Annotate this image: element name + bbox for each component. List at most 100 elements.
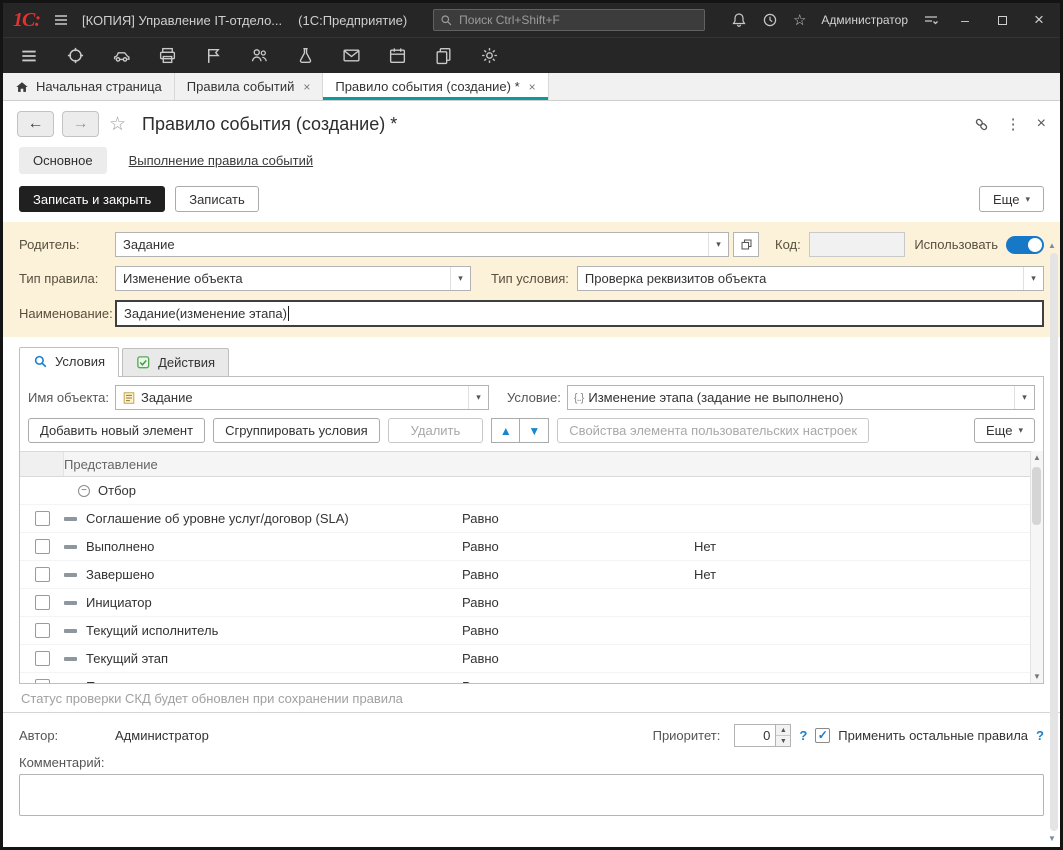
nav-main[interactable]: Основное bbox=[19, 147, 107, 174]
table-row[interactable]: Инициатор Равно bbox=[20, 589, 1030, 617]
printer-icon[interactable] bbox=[158, 46, 177, 65]
copy-docs-icon[interactable] bbox=[434, 46, 453, 65]
scroll-up-icon[interactable]: ▲ bbox=[1033, 453, 1041, 462]
content-scroll-down-icon[interactable]: ▼ bbox=[1048, 834, 1056, 843]
content-scroll-up-icon[interactable]: ▲ bbox=[1048, 241, 1056, 250]
content-scrollbar[interactable]: ▲ ▼ bbox=[1046, 241, 1058, 843]
collapse-icon[interactable]: − bbox=[78, 485, 90, 497]
tab-home[interactable]: Начальная страница bbox=[3, 73, 175, 100]
flask-icon[interactable] bbox=[296, 46, 315, 65]
footer-row: Автор: Администратор Приоритет: 0 ▲ ▼ ? … bbox=[3, 713, 1060, 751]
favorite-star-icon[interactable]: ☆ bbox=[109, 113, 126, 136]
notifications-bell-icon[interactable] bbox=[731, 12, 747, 28]
more-actions-kebab-icon[interactable]: ⋮ bbox=[1006, 115, 1021, 133]
tab-event-rules[interactable]: Правила событий × bbox=[175, 73, 324, 100]
global-search[interactable] bbox=[433, 9, 705, 31]
table-scroll-thumb[interactable] bbox=[1032, 467, 1041, 525]
table-row[interactable]: Текущий исполнитель Равно bbox=[20, 617, 1030, 645]
code-field[interactable] bbox=[809, 232, 905, 257]
mail-icon[interactable] bbox=[342, 46, 361, 65]
back-button[interactable]: ← bbox=[17, 111, 54, 137]
move-down-button[interactable]: ▼ bbox=[520, 418, 549, 443]
add-element-button[interactable]: Добавить новый элемент bbox=[28, 418, 205, 443]
priority-label: Приоритет: bbox=[653, 728, 721, 743]
more-button[interactable]: Еще▾ bbox=[979, 186, 1044, 212]
priority-spinner[interactable]: 0 ▲ ▼ bbox=[734, 724, 791, 747]
search-input[interactable] bbox=[459, 13, 698, 27]
save-button[interactable]: Записать bbox=[175, 186, 259, 212]
rule-type-field[interactable]: Изменение объекта ▾ bbox=[115, 266, 471, 291]
maximize-button[interactable] bbox=[991, 12, 1013, 28]
tab-event-rule-new[interactable]: Правило события (создание) * × bbox=[323, 73, 548, 100]
row-checkbox[interactable] bbox=[35, 595, 50, 610]
rule-type-dropdown-icon[interactable]: ▾ bbox=[450, 267, 470, 290]
nav-execution-link[interactable]: Выполнение правила событий bbox=[129, 153, 314, 168]
tab-close-icon[interactable]: × bbox=[303, 80, 310, 94]
apply-other-rules-label: Применить остальные правила bbox=[838, 728, 1028, 743]
user-settings-props-button[interactable]: Свойства элемента пользовательских настр… bbox=[557, 418, 869, 443]
page-header: ← → ☆ Правило события (создание) * ⋮ × bbox=[3, 101, 1060, 143]
scroll-down-icon[interactable]: ▼ bbox=[1033, 672, 1041, 681]
group-conditions-button[interactable]: Сгруппировать условия bbox=[213, 418, 380, 443]
history-icon[interactable] bbox=[762, 12, 778, 28]
calendar-icon[interactable] bbox=[388, 46, 407, 65]
object-name-field[interactable]: Задание ▾ bbox=[115, 385, 489, 410]
table-row[interactable]: Соглашение об уровне услуг/договор (SLA)… bbox=[20, 505, 1030, 533]
favorites-star-icon[interactable]: ☆ bbox=[793, 11, 806, 29]
table-row[interactable]: Приоритет Равно bbox=[20, 673, 1030, 683]
car-icon[interactable] bbox=[112, 46, 131, 65]
forward-button[interactable]: → bbox=[62, 111, 99, 137]
spin-up-icon[interactable]: ▲ bbox=[776, 725, 790, 736]
sections-menu-icon[interactable] bbox=[19, 46, 39, 66]
save-and-close-button[interactable]: Записать и закрыть bbox=[19, 186, 165, 212]
minimize-button[interactable]: – bbox=[954, 12, 976, 28]
comment-label: Комментарий: bbox=[3, 751, 1060, 772]
close-window-button[interactable]: × bbox=[1028, 10, 1050, 30]
spin-down-icon[interactable]: ▼ bbox=[776, 736, 790, 746]
object-name-dropdown-icon[interactable]: ▾ bbox=[468, 386, 488, 409]
row-checkbox[interactable] bbox=[35, 651, 50, 666]
apply-other-rules-checkbox[interactable]: ✓ bbox=[815, 728, 830, 743]
priority-help-link[interactable]: ? bbox=[799, 728, 807, 743]
delete-button[interactable]: Удалить bbox=[388, 418, 484, 443]
priority-input[interactable]: 0 bbox=[734, 724, 776, 747]
close-form-icon[interactable]: × bbox=[1037, 115, 1046, 133]
row-checkbox[interactable] bbox=[35, 679, 50, 683]
main-menu-icon[interactable] bbox=[52, 11, 70, 29]
condition-field[interactable]: {..} Изменение этапа (задание не выполне… bbox=[567, 385, 1035, 410]
title-bar: 1С: [КОПИЯ] Управление IT-отдело... (1С:… bbox=[3, 3, 1060, 37]
get-link-icon[interactable] bbox=[973, 116, 990, 133]
move-up-button[interactable]: ▲ bbox=[491, 418, 520, 443]
users-icon[interactable] bbox=[250, 46, 269, 65]
row-checkbox[interactable] bbox=[35, 567, 50, 582]
condition-dropdown-icon[interactable]: ▾ bbox=[1014, 386, 1034, 409]
tab-close-icon[interactable]: × bbox=[529, 80, 536, 94]
apply-help-link[interactable]: ? bbox=[1036, 728, 1044, 743]
panels-settings-icon[interactable] bbox=[923, 12, 939, 28]
group-row[interactable]: − Отбор bbox=[20, 477, 1030, 505]
comment-input[interactable] bbox=[19, 774, 1044, 816]
condition-type-field[interactable]: Проверка реквизитов объекта ▾ bbox=[577, 266, 1044, 291]
row-checkbox[interactable] bbox=[35, 539, 50, 554]
table-row[interactable]: Текущий этап Равно bbox=[20, 645, 1030, 673]
gear-icon[interactable] bbox=[480, 46, 499, 65]
condition-type-dropdown-icon[interactable]: ▾ bbox=[1023, 267, 1043, 290]
tab-actions[interactable]: Действия bbox=[122, 348, 229, 376]
parent-open-button[interactable] bbox=[733, 232, 759, 257]
tab-conditions[interactable]: Условия bbox=[19, 347, 119, 377]
name-label: Наименование: bbox=[19, 306, 115, 321]
table-body: − Отбор Соглашение об уровне услуг/догов… bbox=[20, 477, 1043, 683]
table-row[interactable]: Завершено Равно Нет bbox=[20, 561, 1030, 589]
use-toggle[interactable] bbox=[1006, 236, 1044, 254]
conditions-more-button[interactable]: Еще▾ bbox=[974, 418, 1035, 443]
flag-icon[interactable] bbox=[204, 46, 223, 65]
table-row[interactable]: Выполнено Равно Нет bbox=[20, 533, 1030, 561]
rule-type-label: Тип правила: bbox=[19, 271, 115, 286]
name-field[interactable]: Задание(изменение этапа) bbox=[115, 300, 1044, 327]
row-checkbox[interactable] bbox=[35, 511, 50, 526]
current-user[interactable]: Администратор bbox=[821, 13, 908, 27]
target-monitor-icon[interactable] bbox=[66, 46, 85, 65]
row-checkbox[interactable] bbox=[35, 623, 50, 638]
parent-field[interactable]: Задание ▾ bbox=[115, 232, 729, 257]
parent-dropdown-icon[interactable]: ▾ bbox=[708, 233, 728, 256]
